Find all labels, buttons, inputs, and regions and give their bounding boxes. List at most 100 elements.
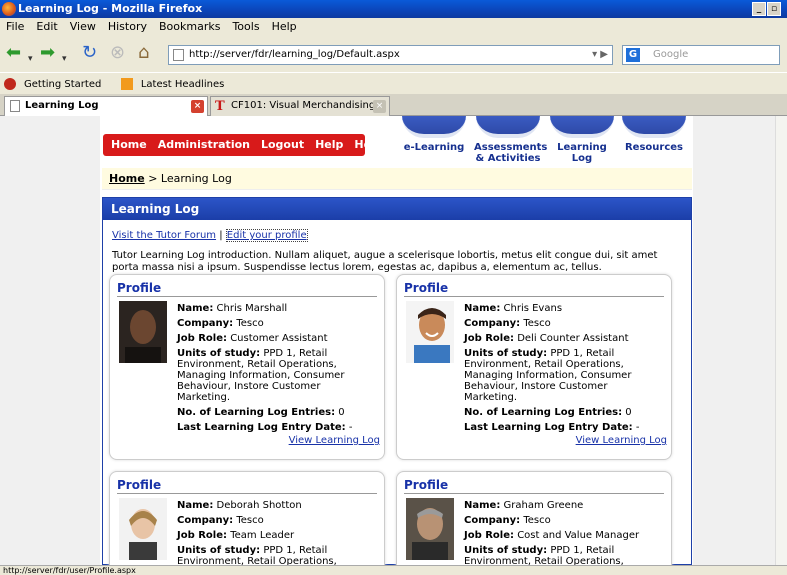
close-tab-icon[interactable]: × — [191, 100, 204, 113]
bookmark-latest-headlines[interactable]: Latest Headlines — [120, 78, 233, 90]
search-box[interactable]: G Google — [622, 45, 780, 65]
profile-card: Profile Name: Deborah Shotton Company: T… — [109, 471, 385, 565]
nav-resources[interactable]: Resources — [620, 116, 688, 153]
nav-learning-log[interactable]: Learning Log — [548, 116, 616, 164]
menu-history[interactable]: History — [102, 18, 153, 36]
google-icon[interactable]: G — [626, 48, 640, 62]
nav-globe-icon — [622, 116, 686, 138]
menu-view[interactable]: View — [64, 18, 102, 36]
tab-cf101[interactable]: T CF101: Visual Merchandising × — [210, 96, 390, 116]
profile-role: Team Leader — [230, 530, 295, 541]
breadcrumb-home[interactable]: Home — [109, 172, 145, 185]
view-learning-log-link[interactable]: View Learning Log — [289, 435, 380, 446]
back-dropdown-icon[interactable]: ▾ — [28, 48, 33, 70]
site-menu-home[interactable]: Home — [111, 138, 147, 151]
navigation-toolbar: ⬅ ▾ ➡ ▾ ↻ ⊗ ⌂ http://server/fdr/learning… — [0, 36, 787, 72]
back-icon[interactable]: ⬅ — [6, 42, 21, 64]
bookmark-label: Latest Headlines — [140, 79, 225, 90]
nav-assessments[interactable]: Assessments & Activities — [474, 116, 547, 164]
profile-info: Name: Chris Marshall Company: Tesco Job … — [177, 303, 372, 437]
page-container: Home Administration Logout Help Help Desk e-… — [100, 116, 693, 565]
panel-intro: Tutor Learning Log introduction. Nullam … — [112, 250, 658, 273]
menu-bookmarks[interactable]: Bookmarks — [153, 18, 226, 36]
home-icon[interactable]: ⌂ — [138, 42, 149, 64]
bookmark-label: Getting Started — [24, 79, 102, 90]
entries-label: No. of Learning Log Entries: — [464, 407, 623, 418]
page-icon — [173, 49, 184, 61]
tab-learning-log[interactable]: Learning Log × — [4, 96, 208, 116]
window-title: Learning Log - Mozilla Firefox — [18, 2, 203, 15]
stop-icon[interactable]: ⊗ — [110, 42, 125, 64]
company-label: Company: — [177, 318, 234, 329]
nav-label: Learning Log — [557, 142, 607, 164]
profile-card: Profile Name: Chris Evans Company: Tesco… — [396, 274, 672, 460]
bookmark-getting-started[interactable]: Getting Started — [4, 78, 109, 90]
getting-started-icon — [4, 78, 16, 90]
profile-info: Name: Deborah Shotton Company: Tesco Job… — [177, 500, 372, 565]
last-entry-label: Last Learning Log Entry Date: — [464, 422, 633, 433]
profile-last-entry: - — [635, 422, 640, 433]
name-label: Name: — [464, 500, 501, 511]
close-tab-icon[interactable]: × — [373, 100, 386, 113]
nav-label: e-Learning — [403, 142, 465, 153]
name-label: Name: — [177, 303, 214, 314]
rss-icon — [120, 78, 133, 90]
reload-icon[interactable]: ↻ — [82, 42, 97, 64]
profile-company: Tesco — [236, 515, 264, 526]
menu-help[interactable]: Help — [266, 18, 303, 36]
profile-role: Customer Assistant — [230, 333, 328, 344]
panel-links: Visit the Tutor Forum | Edit your profil… — [112, 229, 308, 242]
entries-label: No. of Learning Log Entries: — [177, 407, 336, 418]
view-learning-log-link[interactable]: View Learning Log — [576, 435, 667, 446]
panel-title: Learning Log — [103, 198, 691, 220]
minimize-button[interactable]: _ — [752, 2, 766, 16]
go-arrow-icon[interactable]: ▾ ▶ — [592, 46, 608, 64]
profile-photo — [119, 301, 167, 363]
role-label: Job Role: — [177, 333, 228, 344]
vertical-scrollbar[interactable] — [775, 116, 787, 565]
window-title-bar: Learning Log - Mozilla Firefox _ ▫ — [0, 0, 787, 18]
profile-name: Deborah Shotton — [216, 500, 302, 511]
name-label: Name: — [464, 303, 501, 314]
company-label: Company: — [464, 515, 521, 526]
page-icon — [10, 100, 20, 112]
menu-tools[interactable]: Tools — [226, 18, 265, 36]
profile-photo — [406, 301, 454, 363]
tab-bar: Learning Log × T CF101: Visual Merchandi… — [0, 94, 787, 116]
edit-profile-link[interactable]: Edit your profile — [225, 229, 308, 242]
bookmarks-toolbar: Getting Started Latest Headlines — [0, 72, 787, 94]
units-label: Units of study: — [177, 348, 261, 359]
forward-icon[interactable]: ➡ — [40, 42, 55, 64]
maximize-button[interactable]: ▫ — [767, 2, 781, 16]
name-label: Name: — [177, 500, 214, 511]
units-label: Units of study: — [464, 545, 548, 556]
tab-label: CF101: Visual Merchandising — [231, 100, 376, 111]
profile-entries: 0 — [338, 407, 345, 418]
profile-role: Cost and Value Manager — [517, 530, 640, 541]
forward-dropdown-icon[interactable]: ▾ — [62, 48, 67, 70]
address-url: http://server/fdr/learning_log/Default.a… — [189, 49, 400, 60]
address-bar[interactable]: http://server/fdr/learning_log/Default.a… — [168, 45, 613, 65]
site-menu-administration[interactable]: Administration — [158, 138, 250, 151]
profile-entries: 0 — [625, 407, 632, 418]
profile-card: Profile Name: Chris Marshall Company: Te… — [109, 274, 385, 460]
profile-company: Tesco — [236, 318, 264, 329]
profile-title: Profile — [404, 281, 664, 297]
tutor-forum-link[interactable]: Visit the Tutor Forum — [112, 230, 216, 241]
nav-globe-icon — [550, 116, 614, 138]
nav-elearning[interactable]: e-Learning — [400, 116, 468, 153]
menu-edit[interactable]: Edit — [30, 18, 63, 36]
profile-company: Tesco — [523, 318, 551, 329]
profile-info: Name: Chris Evans Company: Tesco Job Rol… — [464, 303, 659, 437]
site-menu-logout[interactable]: Logout — [261, 138, 304, 151]
menu-file[interactable]: File — [0, 18, 30, 36]
last-entry-label: Last Learning Log Entry Date: — [177, 422, 346, 433]
search-placeholder: Google — [653, 49, 689, 60]
profile-photo — [406, 498, 454, 560]
tab-label: Learning Log — [25, 100, 99, 111]
profile-role: Deli Counter Assistant — [517, 333, 629, 344]
site-menu-help[interactable]: Help — [315, 138, 343, 151]
units-label: Units of study: — [177, 545, 261, 556]
profile-info: Name: Graham Greene Company: Tesco Job R… — [464, 500, 659, 565]
tesco-t-icon: T — [215, 99, 225, 114]
